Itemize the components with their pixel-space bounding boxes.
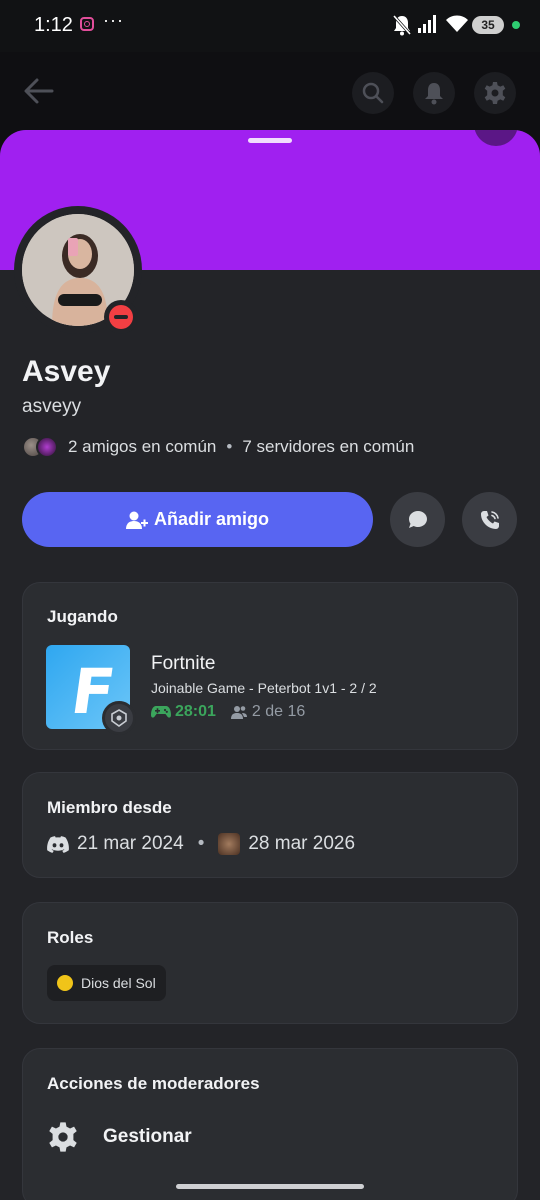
wifi-icon bbox=[446, 15, 468, 32]
game-name: Fortnite bbox=[151, 653, 216, 674]
game-details: Joinable Game - Peterbot 1v1 - 2 / 2 bbox=[151, 680, 377, 696]
profile-sheet: Asvey asveyy 2 amigos en común • 7 servi… bbox=[0, 130, 540, 1200]
battery-indicator: 35 bbox=[472, 16, 504, 34]
add-friend-label: Añadir amigo bbox=[153, 509, 269, 529]
moderator-actions-title: Acciones de moderadores bbox=[47, 1074, 260, 1093]
top-nav bbox=[0, 52, 540, 132]
instagram-icon bbox=[80, 17, 94, 31]
game-stats: 28:01 2 de 16 bbox=[151, 703, 305, 721]
mutuals-row[interactable]: 2 amigos en común • 7 servidores en comú… bbox=[22, 436, 414, 458]
add-friend-icon bbox=[125, 511, 148, 529]
member-since-title: Miembro desde bbox=[47, 798, 172, 817]
mutual-friend-avatar bbox=[36, 436, 58, 458]
separator: • bbox=[197, 833, 205, 854]
party-size: 2 de 16 bbox=[251, 703, 306, 720]
call-button[interactable] bbox=[462, 492, 517, 547]
home-indicator[interactable] bbox=[176, 1184, 364, 1189]
activity-title: Jugando bbox=[47, 607, 118, 626]
status-bar: 1:12 ··· 35 bbox=[0, 0, 540, 52]
drag-handle[interactable] bbox=[248, 138, 292, 143]
server-icon bbox=[218, 833, 241, 855]
phone-call-icon bbox=[480, 510, 499, 529]
roles-title: Roles bbox=[47, 928, 94, 947]
message-button[interactable] bbox=[390, 492, 445, 547]
role-name: Dios del Sol bbox=[81, 975, 156, 991]
back-arrow-icon[interactable] bbox=[22, 74, 56, 108]
manage-label: Gestionar bbox=[103, 1126, 192, 1147]
server-join-date: 28 mar 2026 bbox=[248, 833, 356, 854]
manage-button[interactable]: Gestionar bbox=[47, 1121, 192, 1153]
role-chip[interactable]: Dios del Sol bbox=[47, 965, 166, 1001]
status-dnd-icon bbox=[104, 300, 138, 334]
notifications-button[interactable] bbox=[413, 72, 455, 114]
clock: 1:12 bbox=[34, 14, 73, 36]
search-icon bbox=[362, 82, 384, 104]
add-friend-button[interactable]: Añadir amigo bbox=[22, 492, 373, 547]
privacy-indicator-dot bbox=[512, 21, 520, 29]
discord-logo-icon bbox=[47, 835, 69, 853]
settings-button[interactable] bbox=[474, 72, 516, 114]
mutual-friends-text[interactable]: 2 amigos en común bbox=[68, 437, 216, 457]
elapsed-time: 28:01 bbox=[175, 703, 216, 720]
member-since-row: 21 mar 2024 • 28 mar 2026 bbox=[47, 833, 355, 855]
gear-icon bbox=[49, 1122, 77, 1152]
search-button[interactable] bbox=[352, 72, 394, 114]
member-since-card: Miembro desde 21 mar 2024 • 28 mar 2026 bbox=[22, 772, 518, 878]
game-platform-badge-icon bbox=[102, 701, 136, 735]
username: asveyy bbox=[22, 396, 82, 417]
activity-card[interactable]: Jugando F Fortnite Joinable Game - Peter… bbox=[22, 582, 518, 750]
mute-icon bbox=[392, 15, 412, 36]
roles-card: Roles Dios del Sol bbox=[22, 902, 518, 1024]
moderator-actions-card: Acciones de moderadores Gestionar bbox=[22, 1048, 518, 1200]
gamepad-icon bbox=[151, 706, 171, 718]
role-color-dot bbox=[57, 975, 73, 991]
bell-icon bbox=[425, 83, 443, 105]
mutual-servers-text[interactable]: 7 servidores en común bbox=[242, 437, 414, 457]
party-members-icon bbox=[230, 706, 247, 719]
signal-icon bbox=[418, 15, 436, 33]
chat-bubble-icon bbox=[408, 510, 427, 528]
more-notifications-icon: ··· bbox=[103, 10, 124, 30]
separator: • bbox=[226, 437, 233, 456]
gear-icon bbox=[484, 82, 506, 104]
display-name: Asvey bbox=[22, 355, 111, 388]
discord-join-date: 21 mar 2024 bbox=[77, 833, 184, 854]
